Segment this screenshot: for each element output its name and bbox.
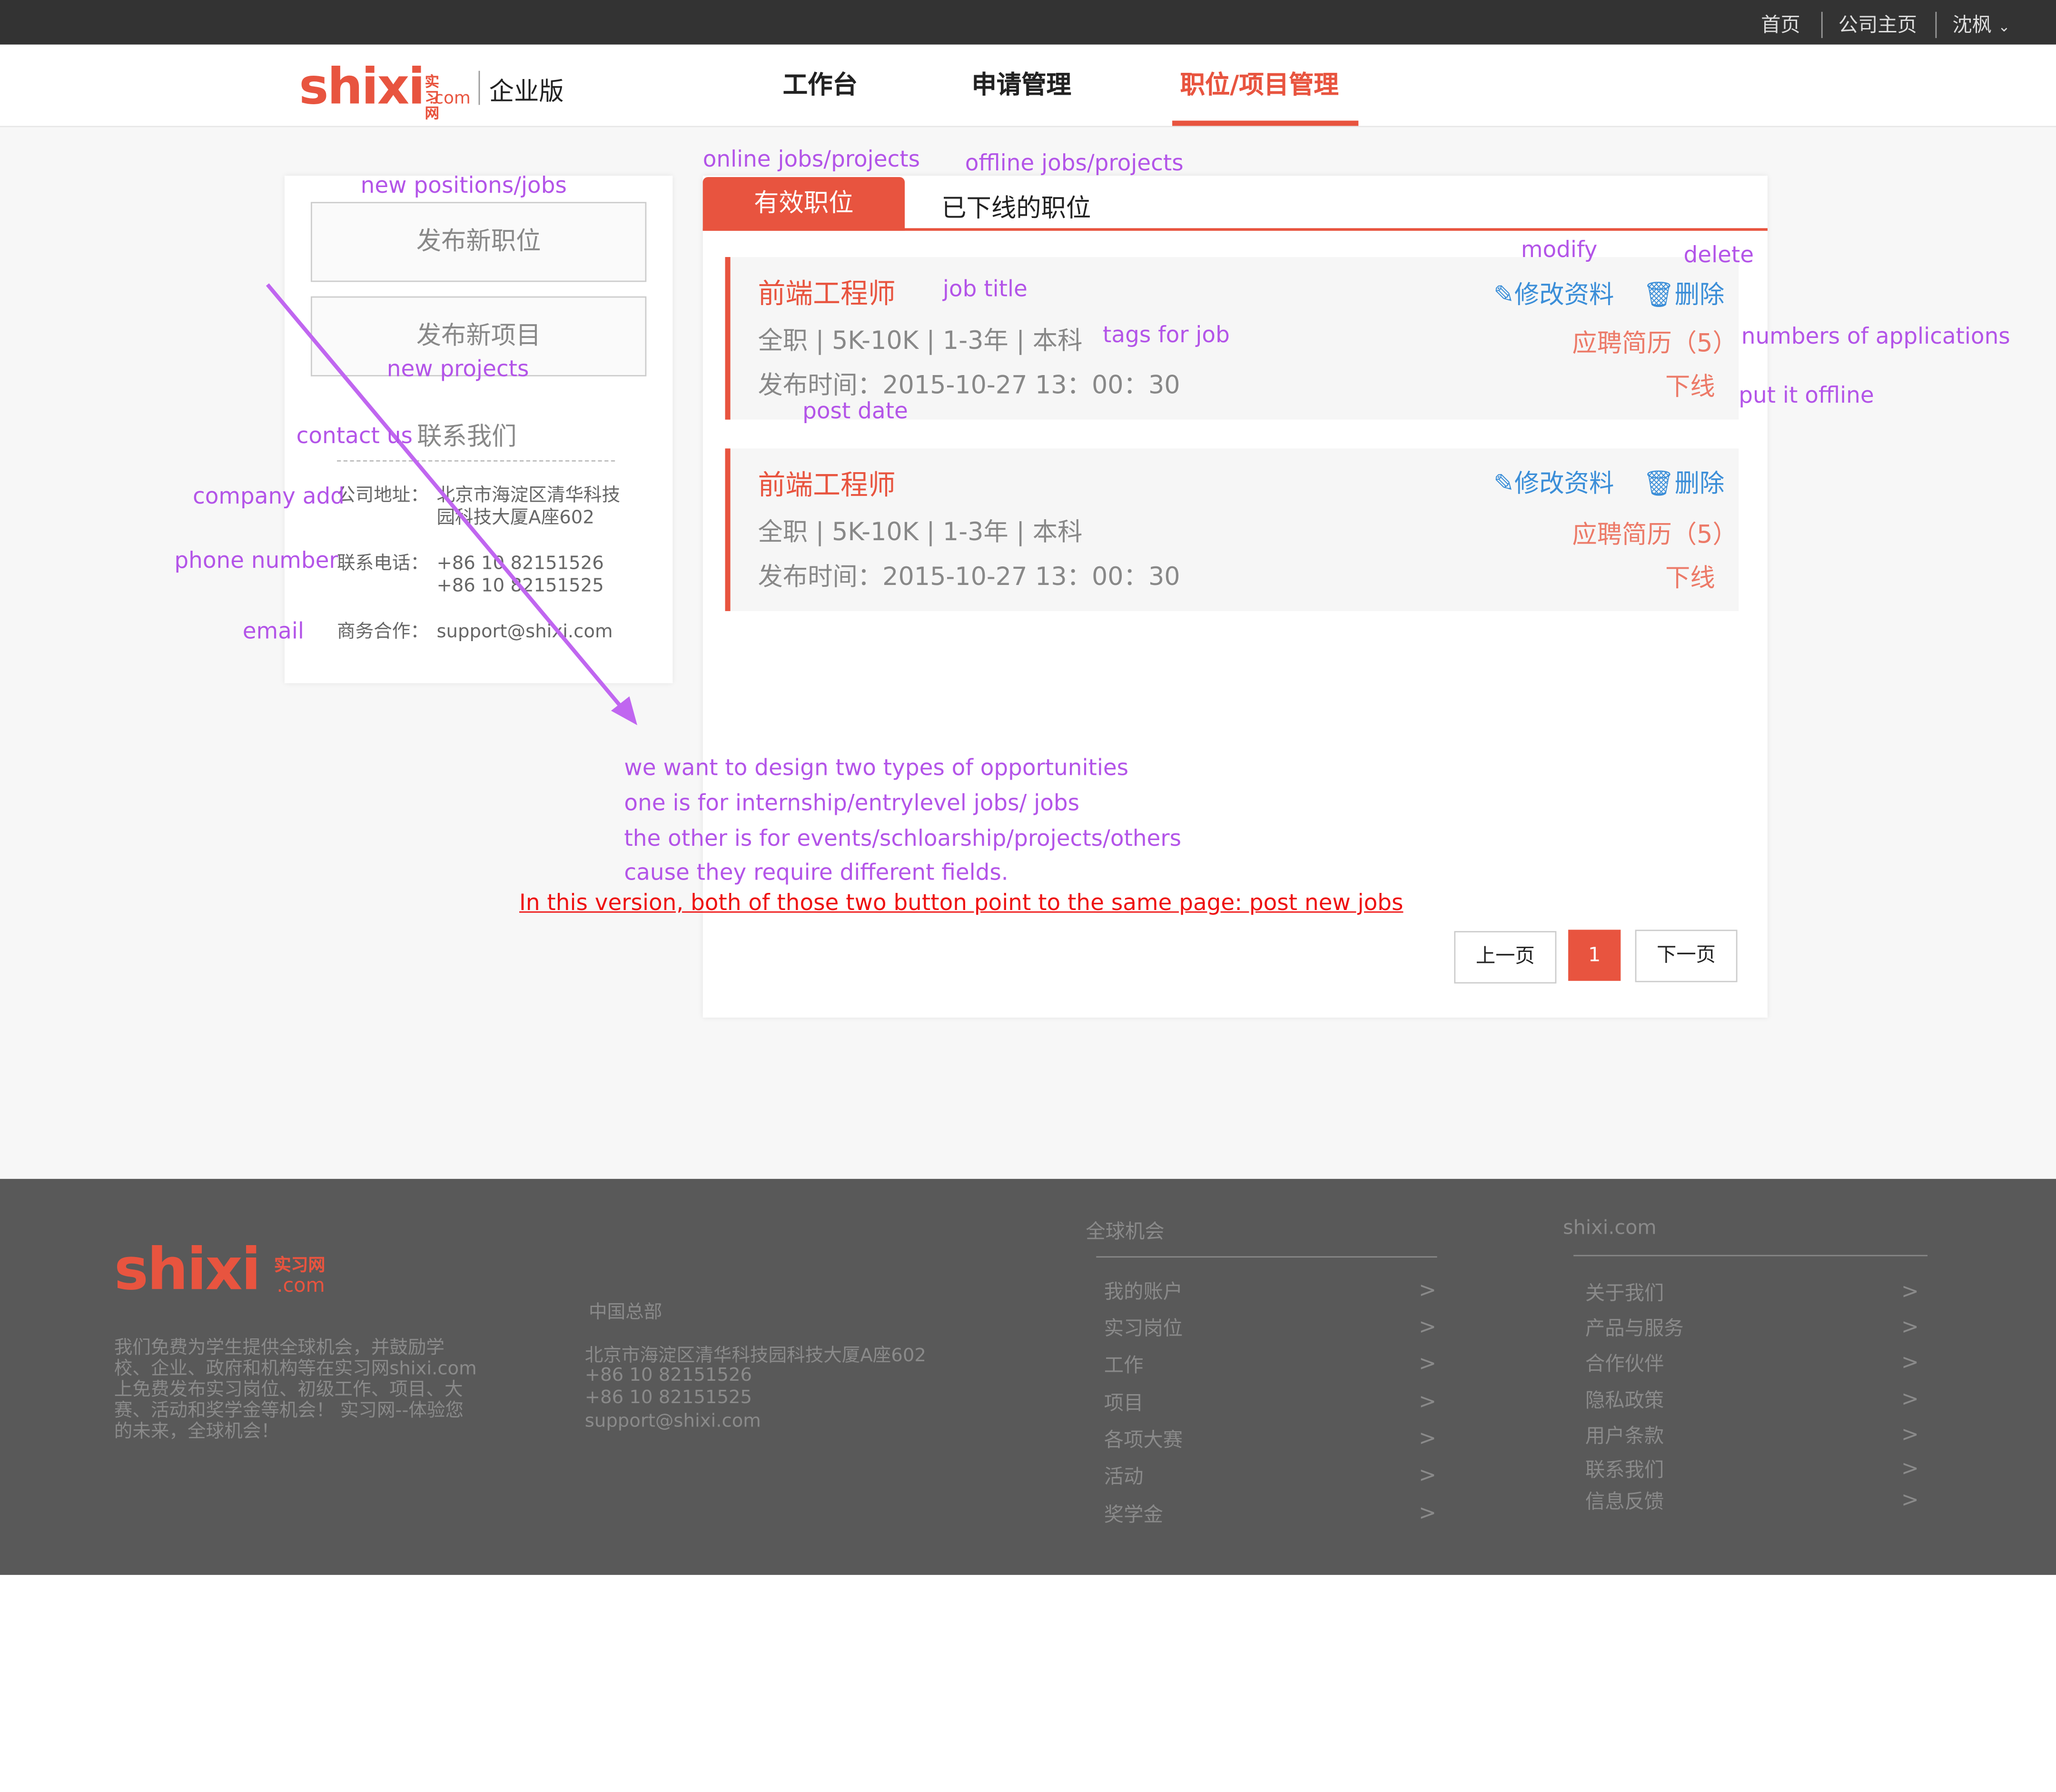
chevron-right-icon: > bbox=[1419, 1350, 1436, 1376]
footer-col2-title: shixi.com bbox=[1563, 1215, 1657, 1239]
chevron-right-icon: > bbox=[1901, 1487, 1919, 1512]
annotation-company-add: company add bbox=[192, 484, 345, 510]
chevron-right-icon: > bbox=[1419, 1425, 1436, 1451]
footer-logo-cn: 实习网 bbox=[274, 1256, 326, 1276]
annotation-post-date: post date bbox=[802, 398, 908, 425]
annotation-offline: offline jobs/projects bbox=[965, 150, 1184, 177]
divider bbox=[1096, 1256, 1437, 1258]
footer-link[interactable]: 活动 bbox=[1104, 1462, 1144, 1490]
footer: shixi 实习网 .com 我们免费为学生提供全球机会，并鼓励学 校、企业、政… bbox=[0, 1178, 2056, 1575]
annotation-email: email bbox=[242, 619, 304, 645]
chevron-right-icon: > bbox=[1419, 1462, 1436, 1487]
chevron-right-icon: > bbox=[1901, 1421, 1919, 1446]
footer-intro-line: 上免费发布实习岗位、初级工作、项目、大 bbox=[114, 1379, 463, 1401]
footer-hq-phone-1: +86 10 82151526 bbox=[584, 1365, 752, 1386]
footer-link[interactable]: 实习岗位 bbox=[1104, 1314, 1183, 1342]
footer-hq-address: 北京市海淀区清华科技园科技大厦A座602 bbox=[584, 1345, 926, 1366]
annotation-note-line: cause they require different fields. bbox=[624, 860, 1008, 887]
footer-link[interactable]: 隐私政策 bbox=[1585, 1386, 1664, 1414]
footer-hq-email[interactable]: support@shixi.com bbox=[585, 1411, 761, 1432]
footer-link[interactable]: 奖学金 bbox=[1104, 1500, 1163, 1528]
annotation-phone: phone number bbox=[174, 548, 338, 574]
chevron-right-icon: > bbox=[1901, 1314, 1919, 1339]
chevron-right-icon: > bbox=[1419, 1277, 1436, 1302]
annotation-modify: modify bbox=[1521, 237, 1598, 264]
annotation-note-line: the other is for events/schloarship/proj… bbox=[624, 826, 1182, 852]
chevron-right-icon: > bbox=[1901, 1278, 1919, 1304]
footer-link[interactable]: 用户条款 bbox=[1585, 1422, 1664, 1449]
chevron-right-icon: > bbox=[1419, 1388, 1436, 1414]
divider bbox=[1573, 1255, 1928, 1257]
footer-col1-title: 全球机会 bbox=[1086, 1219, 1165, 1243]
footer-intro-line: 赛、活动和奖学金等机会！ 实习网--体验您 bbox=[114, 1400, 464, 1422]
footer-link[interactable]: 各项大赛 bbox=[1104, 1426, 1183, 1453]
chevron-right-icon: > bbox=[1901, 1349, 1919, 1375]
footer-hq-phone-2: +86 10 82151525 bbox=[584, 1387, 752, 1408]
annotation-job-title: job title bbox=[942, 277, 1028, 303]
annotation-contact: contact us bbox=[296, 423, 413, 450]
footer-hq-title: 中国总部 bbox=[589, 1302, 662, 1323]
footer-link[interactable]: 合作伙伴 bbox=[1585, 1349, 1664, 1377]
chevron-right-icon: > bbox=[1419, 1314, 1436, 1339]
annotation-note-line: we want to design two types of opportuni… bbox=[624, 755, 1129, 782]
annotation-note-line: one is for internship/entrylevel jobs/ j… bbox=[624, 791, 1080, 817]
annotation-put-offline: put it offline bbox=[1739, 383, 1874, 409]
footer-link[interactable]: 关于我们 bbox=[1585, 1278, 1664, 1306]
annotation-online: online jobs/projects bbox=[702, 147, 920, 173]
annotation-tags: tags for job bbox=[1103, 322, 1230, 349]
footer-link[interactable]: 信息反馈 bbox=[1585, 1487, 1664, 1515]
chevron-right-icon: > bbox=[1419, 1500, 1436, 1525]
footer-logo-com: .com bbox=[277, 1273, 325, 1297]
footer-logo-main: shixi bbox=[114, 1237, 261, 1304]
footer-intro-line: 我们免费为学生提供全球机会，并鼓励学 bbox=[114, 1337, 445, 1359]
annotation-new-projects: new projects bbox=[386, 356, 529, 383]
footer-intro-line: 的未来，全球机会！ bbox=[114, 1421, 279, 1443]
chevron-right-icon: > bbox=[1901, 1455, 1919, 1481]
footer-intro-line: 校、企业、政府和机构等在实习网shixi.com bbox=[114, 1358, 477, 1380]
footer-link[interactable]: 联系我们 bbox=[1585, 1455, 1664, 1483]
annotation-applications: numbers of applications bbox=[1741, 324, 2010, 350]
footer-link[interactable]: 工作 bbox=[1104, 1351, 1144, 1378]
footer-link[interactable]: 我的账户 bbox=[1104, 1277, 1183, 1305]
footer-link[interactable]: 项目 bbox=[1104, 1389, 1144, 1416]
annotation-delete: delete bbox=[1683, 242, 1754, 269]
footer-link[interactable]: 产品与服务 bbox=[1585, 1314, 1684, 1342]
chevron-right-icon: > bbox=[1901, 1386, 1919, 1411]
annotation-new-positions: new positions/jobs bbox=[360, 173, 567, 199]
annotation-note-red: In this version, both of those two butto… bbox=[519, 890, 1404, 917]
